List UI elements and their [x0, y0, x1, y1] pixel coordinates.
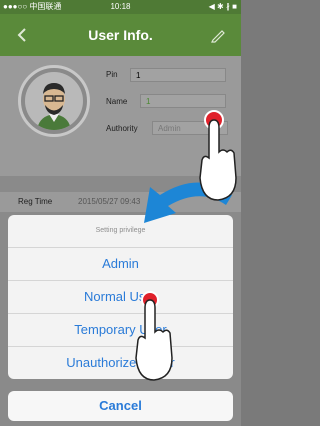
authority-label: Authority	[106, 124, 138, 133]
pencil-icon[interactable]	[209, 26, 227, 44]
option-temporary-user[interactable]: Temporary User	[8, 314, 233, 347]
nav-bar: User Info.	[0, 14, 241, 56]
sheet-title: Setting privilege	[8, 215, 233, 248]
option-normal-user[interactable]: Normal User	[8, 281, 233, 314]
page-title: User Info.	[88, 27, 153, 43]
status-bar: ●●●○○ 中国联通 10:18 ◀ ✱ ∦ ■	[0, 0, 241, 14]
pin-label: Pin	[106, 70, 118, 79]
reg-time-label: Reg Time	[18, 197, 53, 206]
status-icons: ◀ ✱ ∦ ■	[208, 2, 237, 11]
authority-select[interactable]: Admin	[152, 121, 228, 135]
name-label: Name	[106, 97, 128, 106]
option-admin[interactable]: Admin	[8, 248, 233, 281]
cancel-button[interactable]: Cancel	[8, 391, 233, 421]
option-unauthorized-user[interactable]: Unauthorized User	[8, 347, 233, 379]
avatar	[18, 65, 90, 137]
reg-time-value: 2015/05/27 09:43	[78, 197, 141, 206]
user-avatar-icon	[25, 72, 83, 130]
name-field[interactable]: 1	[140, 94, 226, 108]
pin-field[interactable]: 1	[130, 68, 226, 82]
privilege-action-sheet: Setting privilege Admin Normal User Temp…	[8, 215, 233, 379]
clock-text: 10:18	[110, 2, 131, 11]
